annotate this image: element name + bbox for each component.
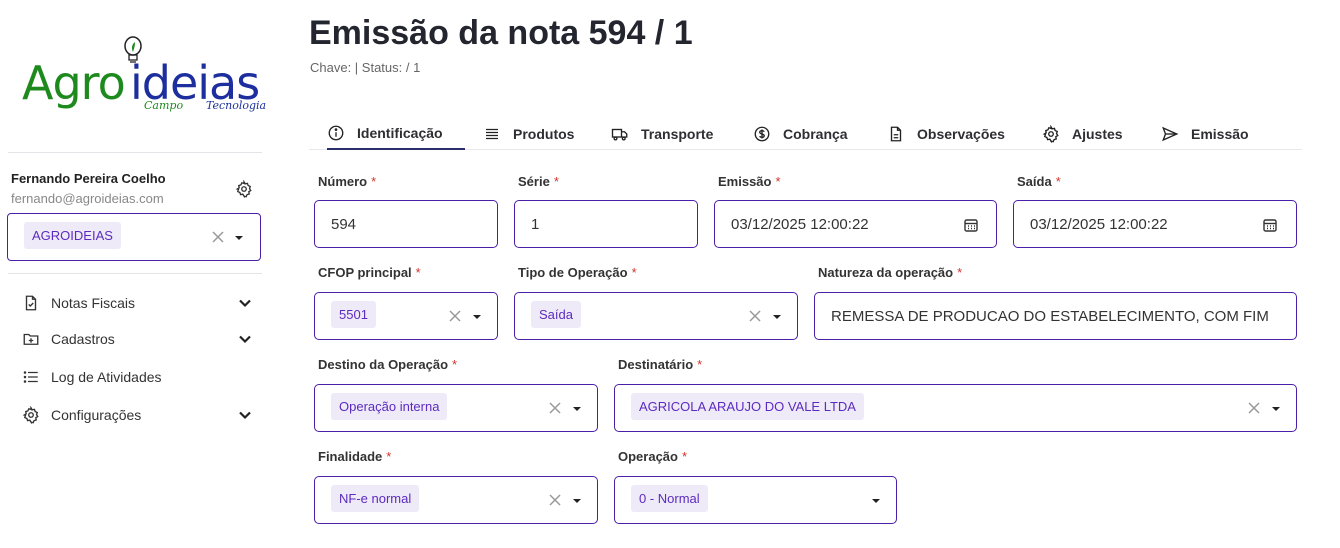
emissao-value: 03/12/2025 12:00:22 [731, 216, 869, 233]
sidebar-item-label: Notas Fiscais [51, 295, 136, 311]
tab-label: Cobrança [783, 125, 848, 142]
logo-tagline-tecnologia: Tecnologia [206, 99, 267, 112]
emissao-datetime-input[interactable]: 03/12/2025 12:00:22 [714, 200, 997, 248]
tab-label: Emissão [1191, 125, 1249, 142]
sidebar-item-configuracoes[interactable]: Configurações [22, 403, 254, 427]
clear-icon[interactable] [549, 402, 561, 414]
cfop-label: CFOP principal * [318, 265, 421, 280]
calendar-icon[interactable] [963, 217, 979, 233]
company-select[interactable]: AGROIDEIAS [7, 213, 261, 261]
numero-value: 594 [331, 216, 357, 233]
natureza-label: Natureza da operação * [818, 265, 963, 280]
gear-icon [1042, 124, 1059, 143]
chevron-down-icon[interactable] [473, 315, 481, 319]
chevron-down-icon[interactable] [238, 408, 252, 422]
tab-emissao[interactable]: Emissão [1161, 118, 1249, 149]
sidebar: Agro ideias Campo Tecnologia Fernando Pe… [0, 0, 275, 548]
page-title: Emissão da nota 594 / 1 [309, 14, 693, 52]
list-icon [23, 371, 38, 383]
folder-plus-icon [23, 333, 39, 345]
sidebar-item-label: Log de Atividades [51, 369, 162, 385]
sidebar-item-cadastros[interactable]: Cadastros [22, 327, 254, 351]
tipo-operacao-select[interactable]: Saída [514, 292, 798, 340]
tab-produtos[interactable]: Produtos [483, 118, 574, 149]
sidebar-divider [8, 152, 262, 153]
document-icon [890, 126, 902, 141]
tab-bar: Identificação Produtos Transporte Cobran… [309, 118, 1302, 150]
logo-text-agro: Agro [22, 56, 126, 110]
tab-observacoes[interactable]: Observações [887, 118, 1005, 149]
gear-icon [22, 406, 39, 424]
user-settings-gear-icon[interactable] [235, 180, 253, 198]
sidebar-divider [8, 273, 262, 274]
destinatario-chip: AGRICOLA ARAUJO DO VALE LTDA [631, 393, 864, 420]
tab-label: Observações [917, 125, 1005, 142]
tab-label: Ajustes [1072, 125, 1123, 142]
clear-icon[interactable] [449, 310, 461, 322]
finalidade-select[interactable]: NF-e normal [314, 476, 598, 524]
destinatario-label: Destinatário * [618, 357, 703, 372]
serie-value: 1 [531, 216, 540, 233]
clear-icon[interactable] [549, 494, 561, 506]
tab-label: Produtos [513, 125, 575, 142]
sidebar-item-label: Cadastros [51, 331, 115, 347]
chevron-down-icon[interactable] [872, 499, 880, 503]
finalidade-chip: NF-e normal [331, 485, 420, 512]
operacao-chip: 0 - Normal [631, 485, 708, 512]
agroideias-logo[interactable]: Agro ideias Campo Tecnologia [22, 36, 267, 121]
chevron-down-icon[interactable] [238, 296, 252, 310]
sidebar-item-label: Configurações [51, 407, 142, 423]
info-icon [328, 125, 344, 141]
finalidade-label: Finalidade * [318, 449, 392, 464]
serie-label: Série * [518, 174, 559, 189]
cfop-select[interactable]: 5501 [314, 292, 498, 340]
chevron-down-icon[interactable] [573, 499, 581, 503]
chevron-down-icon[interactable] [773, 315, 781, 319]
tipo-operacao-label: Tipo de Operação * [518, 265, 637, 280]
user-email: fernando@agroideias.com [11, 191, 164, 206]
tab-label: Identificação [357, 125, 443, 141]
page-subtitle: Chave: | Status: / 1 [310, 60, 421, 75]
clear-icon[interactable] [749, 310, 761, 322]
tipo-operacao-chip: Saída [531, 301, 581, 328]
chevron-down-icon[interactable] [573, 407, 581, 411]
calendar-icon[interactable] [1262, 217, 1278, 233]
tab-label: Transporte [641, 125, 714, 142]
destinatario-select[interactable]: AGRICOLA ARAUJO DO VALE LTDA [614, 384, 1297, 432]
logo-tagline-campo: Campo [144, 99, 184, 112]
user-name: Fernando Pereira Coelho [11, 171, 166, 186]
natureza-value: REMESSA DE PRODUCAO DO ESTABELECIMENTO, … [831, 308, 1269, 325]
clear-icon[interactable] [212, 231, 224, 243]
clear-icon[interactable] [1248, 402, 1260, 414]
sidebar-item-log-atividades[interactable]: Log de Atividades [22, 365, 254, 389]
saida-datetime-input[interactable]: 03/12/2025 12:00:22 [1013, 200, 1297, 248]
tab-identificacao[interactable]: Identificação [327, 118, 465, 150]
destino-select[interactable]: Operação interna [314, 384, 598, 432]
dollar-icon [754, 126, 770, 141]
numero-input[interactable]: 594 [314, 200, 498, 248]
numero-label: Número * [318, 174, 377, 189]
send-icon [1162, 126, 1179, 141]
sidebar-item-notas-fiscais[interactable]: Notas Fiscais [22, 291, 254, 315]
operacao-label: Operação * [618, 449, 688, 464]
saida-value: 03/12/2025 12:00:22 [1030, 216, 1168, 233]
chevron-down-icon[interactable] [1272, 407, 1280, 411]
list-icon [486, 128, 498, 139]
destino-label: Destino da Operação * [318, 357, 458, 372]
file-check-icon [25, 295, 37, 311]
tab-cobranca[interactable]: Cobrança [753, 118, 848, 149]
saida-label: Saída * [1017, 174, 1061, 189]
natureza-input[interactable]: REMESSA DE PRODUCAO DO ESTABELECIMENTO, … [814, 292, 1297, 340]
truck-icon [611, 128, 628, 141]
destino-chip: Operação interna [331, 393, 448, 420]
operacao-select[interactable]: 0 - Normal [614, 476, 897, 524]
tab-transporte[interactable]: Transporte [611, 118, 713, 149]
chevron-down-icon[interactable] [235, 236, 243, 240]
chevron-down-icon[interactable] [238, 332, 252, 346]
company-chip: AGROIDEIAS [24, 222, 121, 249]
emissao-label: Emissão * [718, 174, 781, 189]
tab-ajustes[interactable]: Ajustes [1042, 118, 1123, 149]
serie-input[interactable]: 1 [514, 200, 698, 248]
cfop-chip: 5501 [331, 301, 376, 328]
